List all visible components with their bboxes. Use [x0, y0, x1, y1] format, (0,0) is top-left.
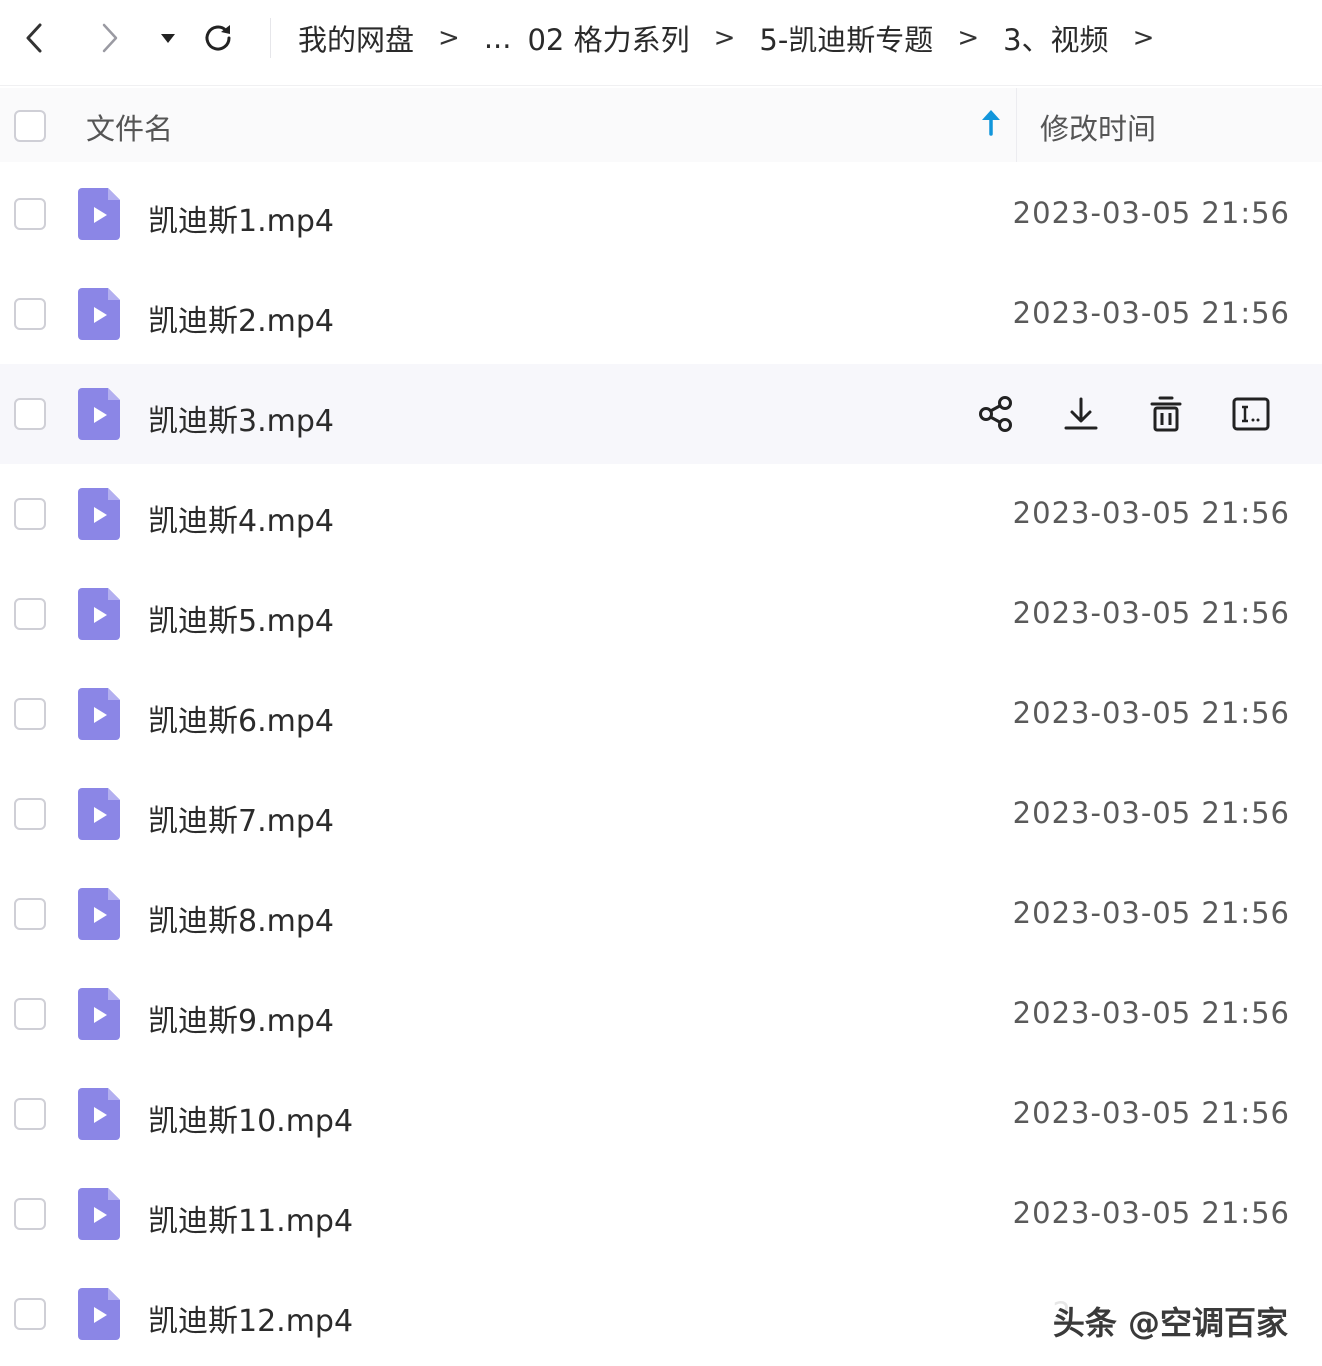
row-checkbox[interactable] [14, 898, 46, 930]
column-header-modified-time[interactable]: 修改时间 [1040, 106, 1156, 148]
breadcrumb: 我的网盘 > ... 02 格力系列 > 5-凯迪斯专题 > 3、视频 > [298, 14, 1178, 62]
file-row[interactable]: 凯迪斯2.mp4 2023-03-05 21:56 [0, 264, 1322, 364]
delete-button[interactable] [1144, 392, 1188, 436]
file-modified-time: 2023-03-05 21:56 [1012, 696, 1290, 730]
file-name[interactable]: 凯迪斯5.mp4 [148, 596, 334, 640]
row-checkbox[interactable] [14, 1198, 46, 1230]
file-row[interactable]: 凯迪斯8.mp4 2023-03-05 21:56 [0, 864, 1322, 964]
file-name[interactable]: 凯迪斯6.mp4 [148, 696, 334, 740]
file-modified-time: 2023-03-05 21:56 [1012, 996, 1290, 1030]
file-modified-time: 2023-03-05 21:56 [1012, 596, 1290, 630]
file-name[interactable]: 凯迪斯10.mp4 [148, 1096, 353, 1140]
file-modified-time: 2023-03-05 21:56 [1012, 496, 1290, 530]
row-actions [974, 392, 1273, 436]
file-modified-time: 2023-03-05 21:56 [1012, 296, 1290, 330]
breadcrumb-item-video[interactable]: 3、视频 [1003, 17, 1108, 59]
row-checkbox[interactable] [14, 1098, 46, 1130]
history-dropdown-button[interactable] [148, 18, 188, 58]
refresh-button[interactable] [198, 18, 238, 58]
rename-button[interactable] [1229, 392, 1273, 436]
back-button[interactable] [14, 18, 54, 58]
share-button[interactable] [974, 392, 1018, 436]
breadcrumb-separator: > [438, 23, 460, 53]
row-checkbox[interactable] [14, 698, 46, 730]
video-file-icon [78, 388, 120, 444]
trash-icon [1150, 396, 1182, 432]
video-file-icon [78, 1088, 120, 1144]
select-all-checkbox[interactable] [14, 110, 46, 142]
file-row[interactable]: 凯迪斯5.mp4 2023-03-05 21:56 [0, 564, 1322, 664]
file-row[interactable]: 凯迪斯10.mp4 2023-03-05 21:56 [0, 1064, 1322, 1164]
file-modified-time: 2023-03-05 21:56 [1012, 1196, 1290, 1230]
file-modified-time: 2023-03-05 21:56 [1012, 196, 1290, 230]
video-file-icon [78, 1188, 120, 1244]
breadcrumb-separator: > [957, 23, 980, 53]
file-name[interactable]: 凯迪斯3.mp4 [148, 396, 334, 440]
breadcrumb-item-kaidisi-topic[interactable]: 5-凯迪斯专题 [759, 17, 933, 59]
sort-ascending-icon[interactable] [976, 108, 1006, 144]
file-name[interactable]: 凯迪斯9.mp4 [148, 996, 334, 1040]
column-divider[interactable] [1016, 88, 1017, 162]
file-row-hovered[interactable]: 凯迪斯3.mp4 [0, 364, 1322, 464]
video-file-icon [78, 588, 120, 644]
toolbar-divider [270, 18, 271, 58]
video-file-icon [78, 488, 120, 544]
file-row[interactable]: 凯迪斯1.mp4 2023-03-05 21:56 [0, 164, 1322, 264]
file-name[interactable]: 凯迪斯2.mp4 [148, 296, 334, 340]
file-name[interactable]: 凯迪斯11.mp4 [148, 1196, 353, 1240]
breadcrumb-item-gree-series[interactable]: 02 格力系列 [527, 17, 689, 59]
refresh-icon [205, 25, 231, 51]
file-list: 凯迪斯1.mp4 2023-03-05 21:56 凯迪斯2.mp4 2023-… [0, 164, 1322, 1364]
video-file-icon [78, 888, 120, 944]
file-name[interactable]: 凯迪斯8.mp4 [148, 896, 334, 940]
breadcrumb-separator: > [713, 23, 736, 53]
chevron-right-icon [102, 23, 118, 53]
file-name[interactable]: 凯迪斯7.mp4 [148, 796, 334, 840]
breadcrumb-separator: > [1132, 23, 1155, 53]
file-row[interactable]: 凯迪斯9.mp4 2023-03-05 21:56 [0, 964, 1322, 1064]
file-modified-time: 2023-03-05 21:56 [1012, 896, 1290, 930]
chevron-left-icon [26, 23, 42, 53]
file-name[interactable]: 凯迪斯4.mp4 [148, 496, 334, 540]
row-checkbox[interactable] [14, 398, 46, 430]
file-list-header: 文件名 修改时间 [0, 88, 1322, 162]
breadcrumb-item-ellipsis[interactable]: ... [484, 21, 512, 55]
video-file-icon [78, 1288, 120, 1344]
video-file-icon [78, 288, 120, 344]
video-file-icon [78, 688, 120, 744]
caret-down-icon [161, 34, 175, 43]
video-file-icon [78, 188, 120, 244]
file-row[interactable]: 凯迪斯4.mp4 2023-03-05 21:56 [0, 464, 1322, 564]
file-modified-time: 2023-03-05 21:56 [1012, 1096, 1290, 1130]
file-row[interactable]: 凯迪斯6.mp4 2023-03-05 21:56 [0, 664, 1322, 764]
row-checkbox[interactable] [14, 198, 46, 230]
video-file-icon [78, 788, 120, 844]
file-row[interactable]: 凯迪斯11.mp4 2023-03-05 21:56 [0, 1164, 1322, 1264]
breadcrumb-item-my-drive[interactable]: 我的网盘 [298, 17, 414, 59]
file-name[interactable]: 凯迪斯1.mp4 [148, 196, 334, 240]
toolbar: 我的网盘 > ... 02 格力系列 > 5-凯迪斯专题 > 3、视频 > [0, 0, 1322, 86]
row-checkbox[interactable] [14, 998, 46, 1030]
watermark: 头条 @空调百家 [1048, 1298, 1292, 1344]
video-file-icon [78, 988, 120, 1044]
row-checkbox[interactable] [14, 598, 46, 630]
row-checkbox[interactable] [14, 1298, 46, 1330]
row-checkbox[interactable] [14, 798, 46, 830]
file-name[interactable]: 凯迪斯12.mp4 [148, 1296, 353, 1340]
row-checkbox[interactable] [14, 298, 46, 330]
share-icon [979, 396, 1012, 432]
row-checkbox[interactable] [14, 498, 46, 530]
download-icon [1064, 397, 1098, 430]
file-modified-time: 2023-03-05 21:56 [1012, 796, 1290, 830]
file-row[interactable]: 凯迪斯7.mp4 2023-03-05 21:56 [0, 764, 1322, 864]
forward-button[interactable] [90, 18, 130, 58]
rename-icon [1232, 397, 1270, 431]
column-header-filename[interactable]: 文件名 [86, 106, 173, 148]
download-button[interactable] [1059, 392, 1103, 436]
